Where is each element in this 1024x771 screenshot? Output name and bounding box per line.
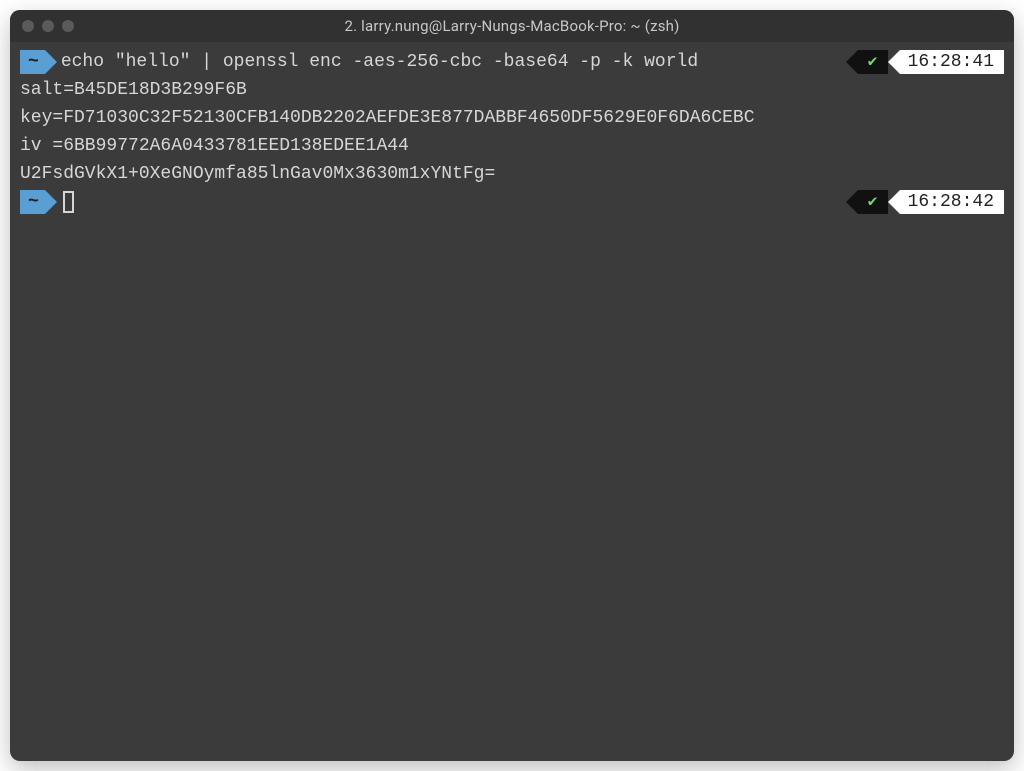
prompt-line: ~ echo "hello" | openssl enc -aes-256-cb…: [20, 48, 1004, 76]
output-iv: iv =6BB99772A6A0433781EED138EDEE1A44: [20, 132, 1004, 160]
prompt-dir-badge: ~: [20, 50, 45, 74]
prompt-line: ~ ✔ 16:28:42: [20, 188, 1004, 216]
timestamp: 16:28:41: [900, 50, 1004, 74]
prompt-dir: ~: [28, 48, 39, 76]
right-status: ✔ 16:28:41: [858, 50, 1004, 74]
timestamp: 16:28:42: [900, 190, 1004, 214]
traffic-lights: [22, 20, 74, 32]
terminal-window: 2. larry.nung@Larry-Nungs-MacBook-Pro: ~…: [10, 10, 1014, 761]
status-check-icon: ✔: [858, 190, 888, 214]
prompt-dir-badge: ~: [20, 190, 45, 214]
terminal-body[interactable]: ~ echo "hello" | openssl enc -aes-256-cb…: [10, 42, 1014, 226]
close-icon[interactable]: [22, 20, 34, 32]
output-cipher: U2FsdGVkX1+0XeGNOymfa85lnGav0Mx3630m1xYN…: [20, 160, 1004, 188]
minimize-icon[interactable]: [42, 20, 54, 32]
zoom-icon[interactable]: [62, 20, 74, 32]
window-title: 2. larry.nung@Larry-Nungs-MacBook-Pro: ~…: [344, 17, 679, 35]
command-text: echo "hello" | openssl enc -aes-256-cbc …: [61, 48, 850, 76]
output-salt: salt=B45DE18D3B299F6B: [20, 76, 1004, 104]
output-key: key=FD71030C32F52130CFB140DB2202AEFDE3E8…: [20, 104, 1004, 132]
right-status: ✔ 16:28:42: [858, 190, 1004, 214]
cursor-icon: [63, 191, 74, 213]
status-check-icon: ✔: [858, 50, 888, 74]
titlebar: 2. larry.nung@Larry-Nungs-MacBook-Pro: ~…: [10, 10, 1014, 42]
prompt-dir: ~: [28, 188, 39, 216]
